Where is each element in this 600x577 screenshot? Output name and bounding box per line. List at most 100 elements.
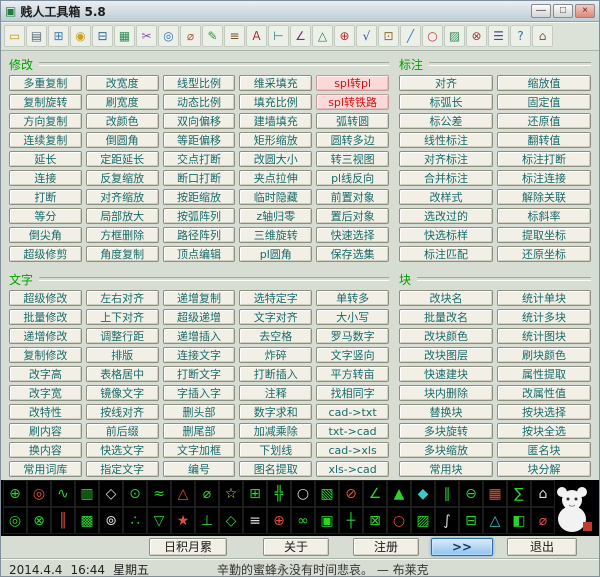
match-icon[interactable]: √	[356, 25, 377, 47]
text-tool-button[interactable]: 批量修改	[9, 309, 82, 325]
cad-symbol-icon[interactable]: ⊟	[459, 507, 483, 534]
cad-symbol-icon[interactable]: ▨	[411, 507, 435, 534]
modify-tool-button[interactable]: spl转铁路	[316, 94, 389, 110]
cad-symbol-icon[interactable]: ▥	[75, 480, 99, 507]
block-tool-button[interactable]: 快速建块	[399, 366, 493, 382]
cad-symbol-icon[interactable]: △	[483, 507, 507, 534]
text-tool-button[interactable]: 文字加框	[162, 442, 236, 458]
modify-tool-button[interactable]: 建墙填充	[239, 113, 313, 129]
modify-tool-button[interactable]: 动态比例	[162, 94, 236, 110]
block-tool-button[interactable]: 改属性值	[497, 385, 591, 401]
modify-tool-button[interactable]: 局部放大	[85, 208, 159, 224]
modify-tool-button[interactable]: 按弧阵列	[162, 208, 236, 224]
text-tool-button[interactable]: 连接文字	[162, 347, 236, 363]
text-tool-button[interactable]: txt->cad	[316, 423, 389, 439]
cad-symbol-icon[interactable]: ◆	[411, 480, 435, 507]
modify-tool-button[interactable]: 三维旋转	[239, 227, 313, 243]
modify-tool-button[interactable]: pl圆角	[239, 246, 313, 262]
text-tool-button[interactable]: 递增修改	[9, 328, 82, 344]
dimension-tool-button[interactable]: 翻转值	[497, 132, 591, 148]
cad-symbol-icon[interactable]: ▦	[483, 480, 507, 507]
modify-tool-button[interactable]: spl转pl	[316, 75, 389, 91]
cad-symbol-icon[interactable]: ∞	[291, 507, 315, 534]
modify-tool-button[interactable]: 对齐缩放	[85, 189, 159, 205]
text-tool-button[interactable]: 排版	[85, 347, 159, 363]
daily-button[interactable]: 日积月累	[149, 538, 227, 556]
block-tool-button[interactable]: 批量改名	[399, 309, 493, 325]
text-tool-button[interactable]: 左右对齐	[85, 290, 159, 306]
modify-tool-button[interactable]: 倒圆角	[85, 132, 159, 148]
text-tool-button[interactable]: 罗马数字	[316, 328, 389, 344]
text-tool-button[interactable]: 文字竖向	[316, 347, 389, 363]
minimize-button[interactable]: —	[531, 4, 551, 18]
cad-symbol-icon[interactable]: ○	[387, 507, 411, 534]
text-tool-button[interactable]: 调整行距	[85, 328, 159, 344]
text-tool-button[interactable]: 去空格	[239, 328, 313, 344]
text-tool-button[interactable]: 指定文字	[85, 461, 159, 477]
cad-symbol-icon[interactable]: ⊕	[3, 480, 27, 507]
text-tool-button[interactable]: cad->xls	[316, 442, 389, 458]
block-tool-button[interactable]: 按块全选	[497, 423, 591, 439]
layers-icon[interactable]: ≡	[224, 25, 245, 47]
dimension-tool-button[interactable]: 解除关联	[497, 189, 591, 205]
cad-symbol-icon[interactable]: ⊗	[27, 507, 51, 534]
polyline-icon[interactable]: ╱	[400, 25, 421, 47]
block-tool-button[interactable]: 常用块	[399, 461, 493, 477]
dimension-tool-button[interactable]: 选改过的	[399, 208, 493, 224]
cad-symbol-icon[interactable]: ⊖	[459, 480, 483, 507]
text-tool-button[interactable]: 图名提取	[239, 461, 313, 477]
lock-icon[interactable]: ◉	[70, 25, 91, 47]
cut-icon[interactable]: ✂	[136, 25, 157, 47]
dimension-tool-button[interactable]: 固定值	[497, 94, 591, 110]
coordinate-icon[interactable]: ⊕	[334, 25, 355, 47]
help-icon[interactable]: ?	[510, 25, 531, 47]
modify-tool-button[interactable]: 角度复制	[85, 246, 159, 262]
angle-icon[interactable]: ∠	[290, 25, 311, 47]
dimension-tool-button[interactable]: 对齐标注	[399, 151, 493, 167]
modify-tool-button[interactable]: 反复缩放	[85, 170, 159, 186]
modify-tool-button[interactable]: 快速选择	[316, 227, 389, 243]
dimension-tool-button[interactable]: 标弧长	[399, 94, 493, 110]
cad-symbol-icon[interactable]: ∫	[435, 507, 459, 534]
print-preview-icon[interactable]: ⊞	[48, 25, 69, 47]
text-tool-button[interactable]: 文字对齐	[239, 309, 313, 325]
modify-tool-button[interactable]: 改颜色	[85, 113, 159, 129]
dimension-tool-button[interactable]: 对齐	[399, 75, 493, 91]
cad-symbol-icon[interactable]: ◇	[99, 480, 123, 507]
cad-symbol-icon[interactable]: ◇	[219, 507, 243, 534]
about-button[interactable]: 关于	[263, 538, 329, 556]
block-tool-button[interactable]: 块分解	[497, 461, 591, 477]
text-tool-button[interactable]: 超级修改	[9, 290, 82, 306]
cad-symbol-icon[interactable]: ◧	[507, 507, 531, 534]
settings-icon[interactable]: ☰	[488, 25, 509, 47]
block-tool-button[interactable]: 统计多块	[497, 309, 591, 325]
modify-tool-button[interactable]: pl线反向	[316, 170, 389, 186]
modify-tool-button[interactable]: 方向复制	[9, 113, 82, 129]
modify-tool-button[interactable]: 转三视图	[316, 151, 389, 167]
cad-symbol-icon[interactable]: ▣	[315, 507, 339, 534]
block-tool-button[interactable]: 属性提取	[497, 366, 591, 382]
text-tool-button[interactable]: 数字求和	[239, 404, 313, 420]
calculator-icon[interactable]: ⊟	[92, 25, 113, 47]
block-icon[interactable]: ⊡	[378, 25, 399, 47]
modify-tool-button[interactable]: 连续复制	[9, 132, 82, 148]
dimension-tool-button[interactable]: 还原坐标	[497, 246, 591, 262]
register-button[interactable]: 注册	[353, 538, 419, 556]
modify-tool-button[interactable]: 延长	[9, 151, 82, 167]
block-tool-button[interactable]: 刷块颜色	[497, 347, 591, 363]
modify-tool-button[interactable]: 按距缩放	[162, 189, 236, 205]
modify-tool-button[interactable]: 交点打断	[162, 151, 236, 167]
modify-tool-button[interactable]: 断口打断	[162, 170, 236, 186]
dimension-icon[interactable]: ⊢	[268, 25, 289, 47]
block-tool-button[interactable]: 改块图层	[399, 347, 493, 363]
cad-symbol-icon[interactable]: ⊠	[363, 507, 387, 534]
cad-symbol-icon[interactable]: ⊘	[339, 480, 363, 507]
text-tool-button[interactable]: 炸碎	[239, 347, 313, 363]
cad-symbol-icon[interactable]: ◎	[27, 480, 51, 507]
cad-symbol-icon[interactable]: ▩	[75, 507, 99, 534]
modify-tool-button[interactable]: 倒尖角	[9, 227, 82, 243]
close-button[interactable]: ×	[575, 4, 595, 18]
cad-symbol-icon[interactable]: ∥	[435, 480, 459, 507]
dimension-tool-button[interactable]: 标斜率	[497, 208, 591, 224]
text-tool-button[interactable]: 删尾部	[162, 423, 236, 439]
